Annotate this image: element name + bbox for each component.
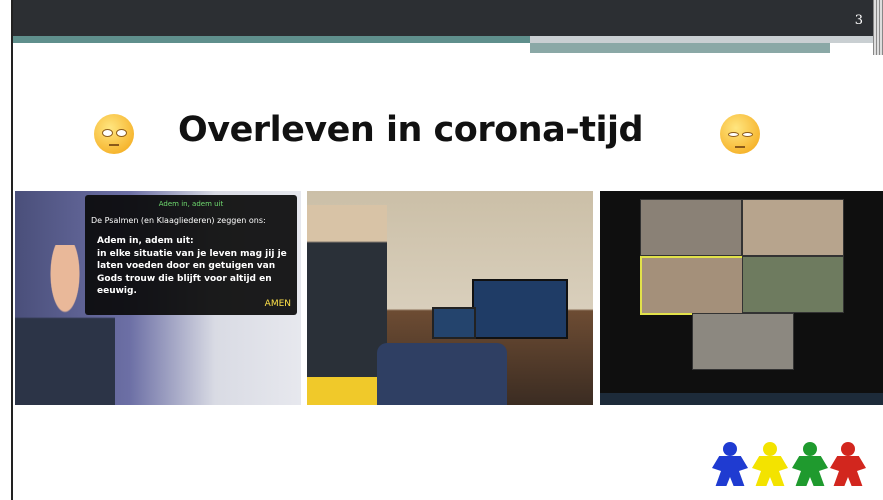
person-figure-red xyxy=(828,442,868,486)
rolling-eyes-face-icon xyxy=(94,114,134,154)
accent-line xyxy=(0,36,530,43)
photo-video-call xyxy=(600,191,883,405)
overlay-body-line: Gods trouw die blijft voor altijd en xyxy=(97,273,272,284)
accent-line-secondary xyxy=(530,43,830,53)
top-bar xyxy=(0,0,883,36)
accent-strip xyxy=(530,36,883,43)
overlay-intro: De Psalmen (en Klaagliederen) zeggen ons… xyxy=(91,216,266,225)
mouth-icon xyxy=(735,142,745,148)
figure-head xyxy=(723,442,737,456)
slide: 3 Overleven in corona-tijd Adem in, adem… xyxy=(0,0,883,500)
monitor-screen xyxy=(432,307,476,339)
photo-person xyxy=(307,205,387,405)
four-people-logo xyxy=(710,440,870,488)
eye-icon xyxy=(742,132,753,137)
overlay-body-line: Adem in, adem uit: xyxy=(97,236,194,246)
figure-body xyxy=(712,456,748,486)
video-tile xyxy=(640,256,744,315)
page-number: 3 xyxy=(854,13,863,28)
page-title: Overleven in corona-tijd xyxy=(178,110,644,150)
mouth-icon xyxy=(109,140,119,146)
video-tile xyxy=(742,256,844,313)
photo-family-watching-tv xyxy=(307,191,593,405)
video-tile xyxy=(640,199,742,256)
overlay-amen: AMEN xyxy=(264,299,291,309)
video-tile xyxy=(742,199,844,256)
photo-sermon: Adem in, adem uit De Psalmen (en Klaagli… xyxy=(15,191,301,405)
tv-screen xyxy=(472,279,568,339)
sad-relieved-face-icon xyxy=(720,114,760,154)
left-border xyxy=(0,0,13,500)
taskbar xyxy=(600,393,883,405)
figure-head xyxy=(803,442,817,456)
eye-icon xyxy=(728,132,739,137)
figure-body xyxy=(752,456,788,486)
overlay-body-line: eeuwig. xyxy=(97,286,137,296)
figure-head xyxy=(841,442,855,456)
person-figure-blue xyxy=(710,442,750,486)
person-figure-yellow xyxy=(750,442,790,486)
person-figure-green xyxy=(790,442,830,486)
overlay-body-line: in elke situatie van je leven mag jij je xyxy=(97,248,287,259)
eye-icon xyxy=(116,129,127,137)
figure-body xyxy=(830,456,866,486)
figure-body xyxy=(792,456,828,486)
overlay-heading: Adem in, adem uit xyxy=(158,200,224,208)
decoration-stripes xyxy=(873,0,883,55)
photo-cushion xyxy=(307,377,377,405)
eye-icon xyxy=(102,129,113,137)
sermon-text-overlay: Adem in, adem uit De Psalmen (en Klaagli… xyxy=(85,195,297,315)
title-row: Overleven in corona-tijd xyxy=(90,100,790,170)
overlay-body: Adem in, adem uit: in elke situatie van … xyxy=(97,235,292,298)
video-tile xyxy=(692,313,794,370)
overlay-body-line: laten voeden door en getuigen van xyxy=(97,261,276,271)
figure-head xyxy=(763,442,777,456)
photo-sofa xyxy=(377,343,507,405)
